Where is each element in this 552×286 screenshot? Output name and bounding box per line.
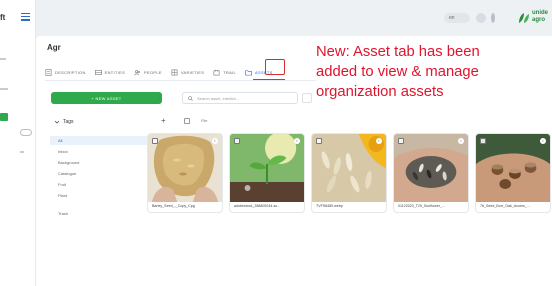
page-title: Agr — [47, 43, 61, 52]
sidebar-item[interactable] — [20, 151, 24, 153]
menu-icon[interactable] — [21, 13, 30, 21]
tag-label: Fruit — [58, 182, 66, 187]
asset-name: 76_Seed_Burr_Oak_Acorns_... — [480, 204, 530, 208]
barley-seeds-image — [148, 134, 222, 202]
card-checkbox[interactable] — [480, 138, 486, 144]
sidebar-toggle[interactable] — [20, 129, 32, 136]
tag-label: Catalogue — [58, 171, 77, 176]
app-window: ft en unide agro Agr DESCRIPTION ENTITIE… — [0, 0, 552, 286]
card-checkbox[interactable] — [316, 138, 322, 144]
tag-label: Plant — [58, 193, 68, 198]
tag-label: Inbox — [58, 149, 68, 154]
tab-label: DESCRIPTION — [55, 69, 86, 75]
avatar[interactable] — [476, 13, 486, 23]
card-checkbox[interactable] — [234, 138, 240, 144]
tab-trail[interactable]: TRAIL — [213, 65, 236, 79]
add-tag-button[interactable]: + — [161, 116, 166, 125]
asset-card[interactable]: i 01122023_T29_Sunflower_... — [393, 133, 469, 213]
info-icon[interactable]: i — [376, 138, 382, 144]
tag-label: All — [58, 138, 63, 143]
sidebar-item[interactable] — [0, 58, 6, 60]
search-icon — [188, 95, 193, 101]
asset-name: TVFS8489.webp — [316, 204, 343, 208]
new-asset-button[interactable]: + NEW ASSET — [51, 92, 162, 104]
sidebar: ft — [0, 0, 36, 286]
tab-label: VARIETIES — [180, 69, 205, 75]
tab-label: TRAIL — [223, 69, 237, 75]
logo-icon — [519, 13, 529, 23]
tab-varieties[interactable]: VARIETIES — [171, 65, 204, 79]
sidebar-item-active[interactable] — [0, 113, 8, 121]
info-icon[interactable]: i — [458, 138, 464, 144]
seedling-image — [230, 134, 304, 202]
sidebar-item[interactable] — [0, 88, 8, 90]
tab-description[interactable]: DESCRIPTION — [45, 65, 86, 79]
tab-label: PEOPLE — [144, 69, 162, 75]
asset-name: adobestock_288809244-sc... — [234, 204, 281, 208]
folder-icon — [245, 69, 252, 75]
sunflower-seeds-image — [312, 134, 386, 202]
asset-name: Barley_Seed_-_Copy_Cpg — [152, 204, 195, 208]
asset-search-input[interactable]: Search asset, intellich... — [182, 92, 298, 104]
search-placeholder: Search asset, intellich... — [197, 95, 240, 101]
select-all-checkbox[interactable] — [184, 118, 190, 124]
varieties-icon — [171, 69, 178, 75]
card-checkbox[interactable] — [398, 138, 404, 144]
tab-bar: DESCRIPTION ENTITIES PEOPLE VARIETIES TR… — [45, 65, 273, 79]
card-checkbox[interactable] — [152, 138, 158, 144]
document-icon — [45, 68, 52, 76]
tag-label: Background — [58, 160, 80, 165]
trash-label: Trash — [58, 211, 69, 216]
chevron-down-icon — [54, 120, 60, 124]
entities-icon — [94, 69, 102, 75]
filter-button[interactable] — [302, 93, 312, 103]
user-menu-icon[interactable] — [491, 13, 495, 23]
tab-entities[interactable]: ENTITIES — [94, 65, 126, 79]
acorns-in-hands-image — [476, 134, 550, 202]
tags-title: Tags — [63, 119, 74, 125]
tab-people[interactable]: PEOPLE — [134, 65, 162, 79]
info-icon[interactable]: i — [212, 138, 218, 144]
top-bar: en unide agro — [36, 0, 552, 36]
annotation-text: New: Asset tab has been added to view & … — [316, 42, 552, 102]
asset-card[interactable]: i 76_Seed_Burr_Oak_Acorns_... — [475, 133, 551, 213]
language-selector[interactable]: en — [444, 13, 470, 23]
tags-header[interactable]: Tags — [54, 119, 74, 125]
asset-card[interactable]: i adobestock_288809244-sc... — [229, 133, 305, 213]
tab-label: ENTITIES — [104, 69, 126, 75]
assets-tab-highlight — [265, 59, 285, 75]
file-column-label: File — [201, 118, 208, 123]
people-icon — [134, 69, 141, 75]
asset-card[interactable]: i Barley_Seed_-_Copy_Cpg — [147, 133, 223, 213]
asset-card[interactable]: i TVFS8489.webp — [311, 133, 387, 213]
asset-name: 01122023_T29_Sunflower_... — [398, 204, 445, 208]
info-icon[interactable]: i — [294, 138, 300, 144]
logo-text: unide agro — [532, 10, 548, 23]
trail-icon — [213, 69, 220, 75]
sunflower-seeds-in-hand-image — [394, 134, 468, 202]
brand-text: ft — [0, 13, 6, 22]
info-icon[interactable]: i — [540, 138, 546, 144]
